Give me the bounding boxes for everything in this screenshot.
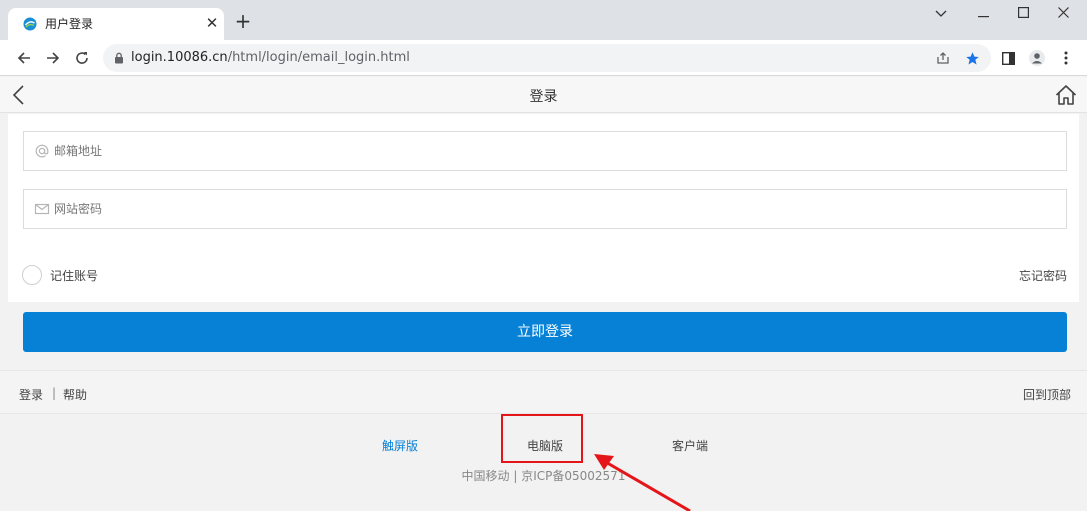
forgot-password-link[interactable]: 忘记密码 — [1019, 267, 1067, 284]
lock-icon[interactable] — [114, 52, 124, 64]
tab-close-icon[interactable]: ✕ — [203, 14, 221, 32]
footer-login-link[interactable]: 登录 — [19, 386, 43, 403]
profile-avatar-icon[interactable] — [1029, 50, 1045, 66]
remember-account-radio[interactable] — [22, 265, 42, 285]
page-title: 登录 — [529, 89, 558, 105]
remember-account-label[interactable]: 记住账号 — [50, 267, 98, 284]
browser-tab[interactable]: 用户登录 ✕ — [8, 8, 224, 40]
login-form: 记住账号 忘记密码 — [8, 114, 1079, 302]
more-menu-icon[interactable] — [1058, 50, 1074, 66]
at-sign-icon — [35, 144, 49, 158]
tab-search-icon[interactable] — [924, 4, 958, 26]
bookmark-star-icon[interactable] — [964, 50, 980, 66]
footer-link-row: 登录 | 帮助 回到顶部 — [0, 370, 1087, 414]
touch-version-link[interactable]: 触屏版 — [382, 437, 418, 454]
close-window-icon[interactable] — [1046, 4, 1080, 26]
china-mobile-logo-icon — [23, 17, 37, 31]
forward-arrow-icon[interactable] — [43, 48, 63, 68]
page-header: 登录 — [0, 77, 1087, 113]
browser-toolbar: login.10086.cn/html/login/email_login.ht… — [0, 40, 1087, 76]
side-panel-icon[interactable] — [1000, 50, 1016, 66]
url-host: login.10086.cn — [131, 50, 228, 65]
url-path: /html/login/email_login.html — [227, 50, 410, 65]
annotation-highlight-box — [501, 414, 583, 463]
email-input[interactable] — [54, 132, 1054, 170]
email-field[interactable] — [23, 131, 1067, 171]
home-icon[interactable] — [1054, 83, 1078, 107]
envelope-icon — [34, 203, 50, 215]
password-field[interactable] — [23, 189, 1067, 229]
footer-help-link[interactable]: 帮助 — [63, 386, 87, 403]
annotation-arrow-icon — [594, 454, 691, 511]
copyright-text: 中国移动 | 京ICP备05002571 — [461, 469, 626, 483]
share-icon[interactable] — [935, 50, 951, 66]
back-to-top-link[interactable]: 回到顶部 — [1023, 386, 1071, 403]
url-text[interactable]: login.10086.cn/html/login/email_login.ht… — [131, 50, 410, 66]
new-tab-icon[interactable]: + — [233, 11, 253, 32]
footer-link-separator: | — [52, 386, 57, 400]
password-input[interactable] — [54, 190, 1054, 228]
tab-title: 用户登录 — [45, 17, 94, 31]
browser-tab-bar: 用户登录 ✕ + — [0, 0, 1087, 40]
maximize-icon[interactable] — [1006, 4, 1040, 26]
login-button[interactable]: 立即登录 — [23, 312, 1067, 352]
address-bar[interactable]: login.10086.cn/html/login/email_login.ht… — [103, 44, 991, 72]
back-arrow-icon[interactable] — [14, 48, 34, 68]
reload-icon[interactable] — [72, 48, 92, 68]
minimize-icon[interactable] — [966, 4, 1000, 26]
